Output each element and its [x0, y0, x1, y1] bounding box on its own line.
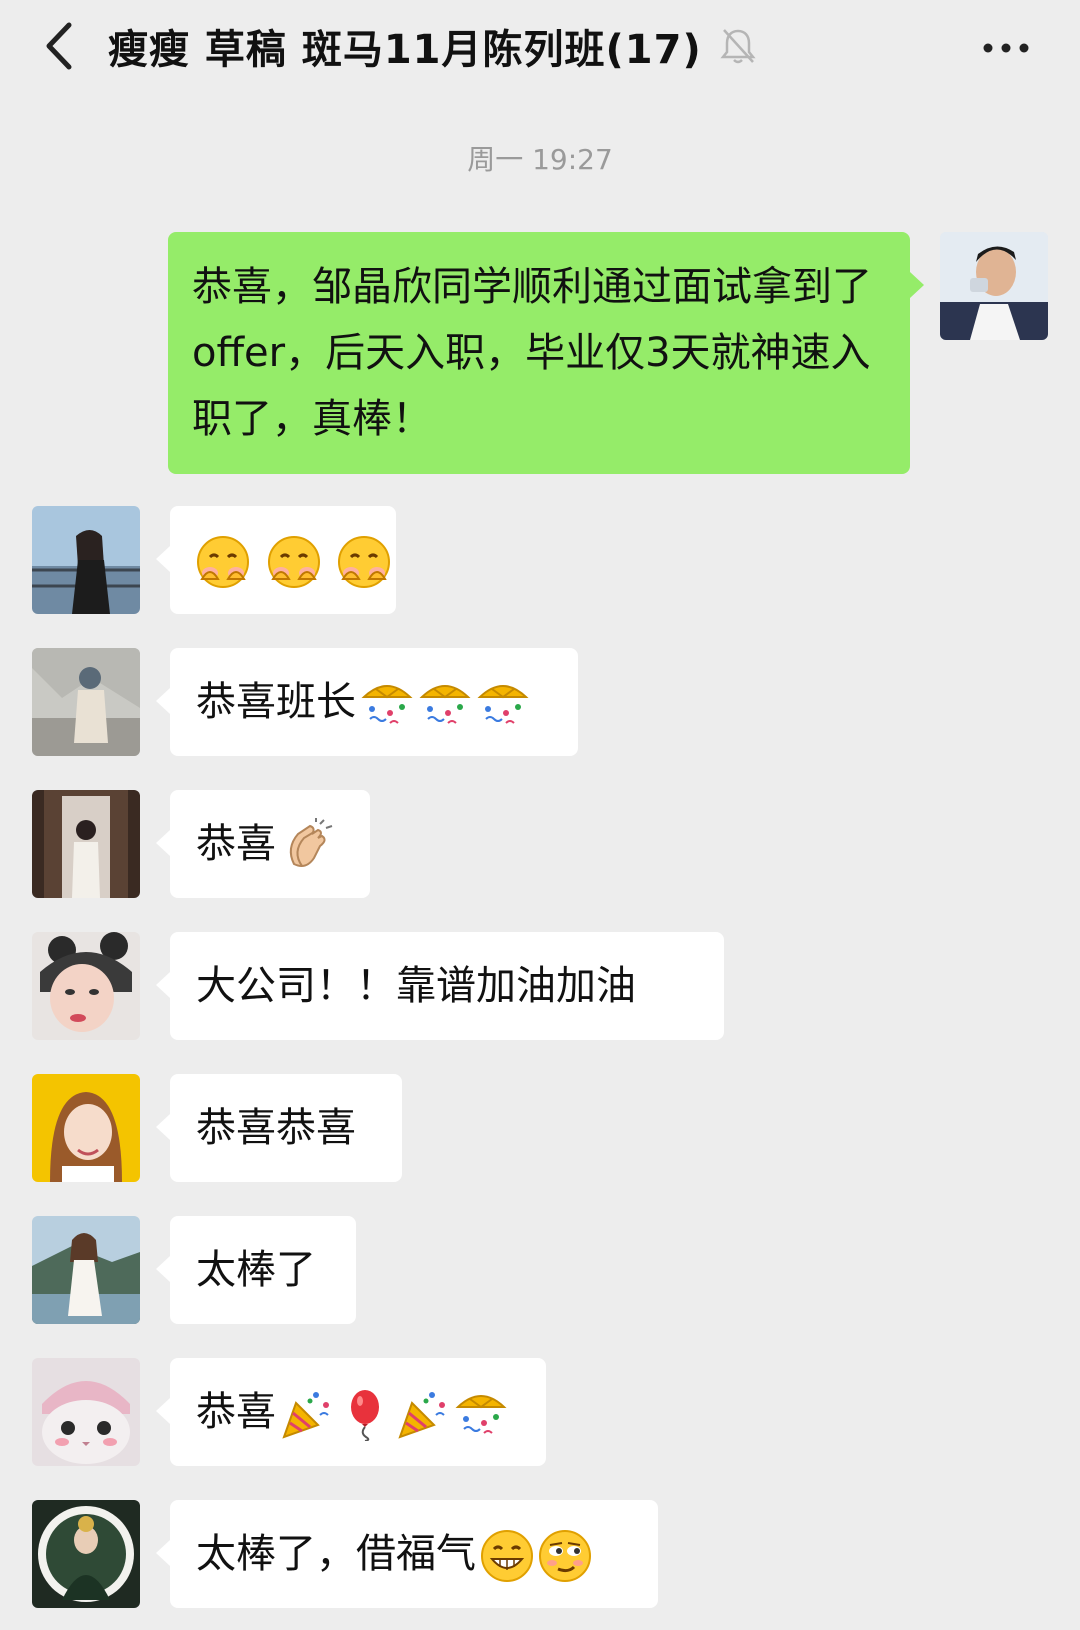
received-message-bubble[interactable]: 恭喜班长 [156, 648, 578, 756]
message-text: 太棒了 [196, 1247, 316, 1293]
chevron-left-icon [41, 21, 75, 75]
confetti-ball-emoji [454, 1387, 508, 1441]
message-text: 恭喜 [196, 821, 276, 867]
sent-message-bubble[interactable]: 恭喜，邹晶欣同学顺利通过面试拿到了offer，后天入职，毕业仅3天就神速入职了，… [168, 232, 924, 474]
message-text: 恭喜恭喜 [196, 1105, 356, 1151]
more-dots-icon [983, 38, 1029, 57]
balloon-emoji [338, 1387, 392, 1441]
received-message-bubble[interactable]: 太棒了 [156, 1216, 356, 1324]
message-timestamp: 周一 19:27 [467, 143, 613, 176]
smirking-face-emoji [538, 1529, 592, 1583]
sender-avatar[interactable] [32, 1074, 140, 1182]
sender-avatar[interactable] [32, 932, 140, 1040]
received-message-bubble[interactable]: 太棒了，借福气 [156, 1500, 658, 1608]
confetti-ball-emoji [476, 677, 530, 731]
grinning-face-emoji [480, 1529, 534, 1583]
sender-avatar[interactable] [32, 506, 140, 614]
message-text: 大公司！！靠谱加油加油 [196, 963, 636, 1009]
received-message-bubble[interactable] [156, 506, 396, 614]
sender-avatar[interactable] [32, 1216, 140, 1324]
message-text: 恭喜 [196, 1389, 276, 1435]
received-message-bubble[interactable]: 大公司！！靠谱加油加油 [156, 932, 724, 1040]
covering-face-emoji [196, 535, 250, 589]
sender-avatar[interactable] [32, 1500, 140, 1608]
sender-avatar[interactable] [32, 648, 140, 756]
back-button[interactable] [28, 18, 88, 78]
bell-off-icon [720, 27, 756, 65]
party-popper-emoji [280, 1387, 334, 1441]
sender-avatar[interactable] [32, 1358, 140, 1466]
more-button[interactable] [976, 22, 1036, 72]
message-text: 恭喜，邹晶欣同学顺利通过面试拿到了offer，后天入职，毕业仅3天就神速入职了，… [192, 264, 872, 442]
confetti-ball-emoji [360, 677, 414, 731]
received-message-bubble[interactable]: 恭喜 [156, 790, 370, 898]
chat-title-text: 瘦瘦 草稿 斑马11月陈列班(17) [108, 27, 702, 73]
message-text: 恭喜班长 [196, 679, 356, 725]
covering-face-emoji [337, 535, 391, 589]
party-popper-emoji [396, 1387, 450, 1441]
sender-avatar[interactable] [32, 790, 140, 898]
received-message-bubble[interactable]: 恭喜恭喜 [156, 1074, 402, 1182]
chat-header: 瘦瘦 草稿 斑马11月陈列班(17) [0, 0, 1080, 95]
covering-face-emoji [267, 535, 321, 589]
received-message-bubble[interactable]: 恭喜 [156, 1358, 546, 1466]
message-text: 太棒了，借福气 [196, 1531, 476, 1577]
chat-title[interactable]: 瘦瘦 草稿 斑马11月陈列班(17) [108, 14, 756, 78]
confetti-ball-emoji [418, 677, 472, 731]
my-avatar[interactable] [940, 232, 1048, 340]
clapping-hands-emoji [280, 818, 336, 874]
